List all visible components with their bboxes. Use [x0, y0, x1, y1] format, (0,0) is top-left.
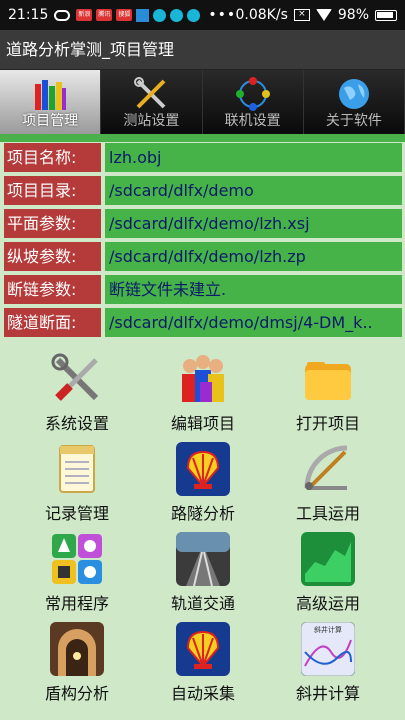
- grid-item-open-project[interactable]: 打开项目: [268, 346, 388, 434]
- grid-item-shield-analysis[interactable]: 盾构分析: [17, 616, 137, 704]
- info-row-chain-params[interactable]: 断链参数: 断链文件未建立.: [4, 275, 402, 304]
- grid-item-label: 工具运用: [295, 504, 360, 523]
- grid-item-label: 轨道交通: [170, 594, 235, 613]
- status-time: 21:15: [8, 7, 49, 23]
- wifi-icon: [315, 9, 332, 21]
- info-row-tunnel-section[interactable]: 隧道断面: /sdcard/dlfx/demo/dmsj/4-DM_k..: [4, 308, 402, 337]
- info-row-project-dir[interactable]: 项目目录: /sdcard/dlfx/demo: [4, 176, 402, 205]
- info-label: 平面参数:: [4, 209, 101, 238]
- project-info-panel: 项目名称: lzh.obj 项目目录: /sdcard/dlfx/demo 平面…: [4, 143, 402, 341]
- notepad-icon: [59, 445, 95, 493]
- shell-logo-icon: [176, 622, 230, 676]
- tab-bar: 项目管理 测站设置 联机设置 关于软件: [0, 70, 405, 134]
- grid-item-label: 常用程序: [44, 594, 109, 613]
- icon-caption: 斜井计算: [314, 625, 342, 634]
- info-value[interactable]: lzh.obj: [105, 143, 402, 172]
- grid-item-label: 编辑项目: [170, 414, 235, 433]
- tab-project-management[interactable]: 项目管理: [0, 70, 102, 134]
- people-icon: [182, 355, 224, 402]
- grid-item-incline-calc[interactable]: 斜井计算 斜井计算: [268, 616, 388, 704]
- apps-icon: [52, 534, 102, 584]
- curve-graph-icon: 斜井计算: [301, 622, 355, 676]
- info-label: 断链参数:: [4, 275, 101, 304]
- notification-circle-icon: [153, 8, 167, 22]
- grid-item-tool-usage[interactable]: 工具运用: [268, 436, 388, 524]
- wrench-screwdriver-icon: [51, 353, 99, 401]
- info-value[interactable]: 断链文件未建立.: [105, 275, 402, 304]
- info-value[interactable]: /sdcard/dlfx/demo/lzh.zp: [105, 242, 402, 271]
- more-dots-icon: •••: [208, 7, 237, 23]
- shell-logo-icon: [176, 442, 230, 496]
- info-row-project-name[interactable]: 项目名称: lzh.obj: [4, 143, 402, 172]
- grid-item-label: 路隧分析: [170, 504, 235, 523]
- grid-item-label: 自动采集: [170, 684, 235, 703]
- info-value[interactable]: /sdcard/dlfx/demo/dmsj/4-DM_k..: [105, 308, 402, 337]
- network-icon: [235, 77, 270, 111]
- info-label: 隧道断面:: [4, 308, 101, 337]
- cloud-icon: [54, 9, 71, 21]
- grid-item-system-settings[interactable]: 系统设置: [17, 346, 137, 434]
- info-row-slope-params[interactable]: 纵坡参数: /sdcard/dlfx/demo/lzh.zp: [4, 242, 402, 271]
- grid-item-road-tunnel-analysis[interactable]: 路隧分析: [143, 436, 263, 524]
- folder-icon: [305, 362, 351, 400]
- notification-app-icon: [136, 8, 150, 22]
- grid-item-common-programs[interactable]: 常用程序: [17, 526, 137, 614]
- grid-item-label: 盾构分析: [44, 684, 109, 703]
- tab-underline: [0, 134, 405, 142]
- notification-badge-icon: 新浪: [76, 9, 93, 21]
- globe-icon: [338, 79, 369, 109]
- books-icon: [35, 80, 67, 110]
- grid-item-label: 记录管理: [44, 504, 109, 523]
- grid-item-auto-collect[interactable]: 自动采集: [143, 616, 263, 704]
- tab-label: 联机设置: [224, 113, 281, 129]
- grid-item-label: 斜井计算: [295, 684, 360, 703]
- notification-badge-icon: 搜狐: [116, 9, 133, 21]
- green-chart-icon: [301, 532, 355, 586]
- protractor-icon: [304, 445, 348, 490]
- notification-circle-icon: [170, 8, 184, 22]
- notification-badge-icon: 腾讯: [96, 9, 113, 21]
- battery-icon: [375, 9, 397, 21]
- grid-item-record-management[interactable]: 记录管理: [17, 436, 137, 524]
- sim-disabled-icon: ×: [293, 9, 310, 21]
- info-label: 纵坡参数:: [4, 242, 101, 271]
- grid-item-label: 系统设置: [44, 414, 109, 433]
- tab-label: 关于软件: [325, 113, 382, 129]
- grid-item-edit-project[interactable]: 编辑项目: [143, 346, 263, 434]
- tab-label: 项目管理: [22, 113, 79, 129]
- tunnel-icon: [50, 622, 104, 676]
- info-value[interactable]: /sdcard/dlfx/demo: [105, 176, 402, 205]
- battery-percent: 98%: [337, 7, 369, 23]
- tab-connection-settings[interactable]: 联机设置: [202, 70, 304, 134]
- info-label: 项目名称:: [4, 143, 101, 172]
- grid-item-advanced-usage[interactable]: 高级运用: [268, 526, 388, 614]
- grid-item-rail-transit[interactable]: 轨道交通: [143, 526, 263, 614]
- tab-station-settings[interactable]: 测站设置: [101, 70, 203, 134]
- railway-icon: [176, 532, 230, 586]
- tab-label: 测站设置: [123, 113, 180, 129]
- info-label: 项目目录:: [4, 176, 101, 205]
- network-speed: 0.08K/s: [235, 7, 288, 23]
- app-title: 道路分析掌测_项目管理: [0, 30, 405, 70]
- info-value[interactable]: /sdcard/dlfx/demo/lzh.xsj: [105, 209, 402, 238]
- status-bar: 21:15 新浪 腾讯 搜狐 ••• 0.08K/s × 98%: [0, 0, 405, 30]
- grid-item-label: 高级运用: [295, 594, 360, 613]
- tools-icon: [134, 77, 166, 109]
- grid-item-label: 打开项目: [295, 414, 360, 433]
- info-row-plane-params[interactable]: 平面参数: /sdcard/dlfx/demo/lzh.xsj: [4, 209, 402, 238]
- notification-circle-icon: [187, 8, 201, 22]
- tab-about-software[interactable]: 关于软件: [303, 70, 405, 134]
